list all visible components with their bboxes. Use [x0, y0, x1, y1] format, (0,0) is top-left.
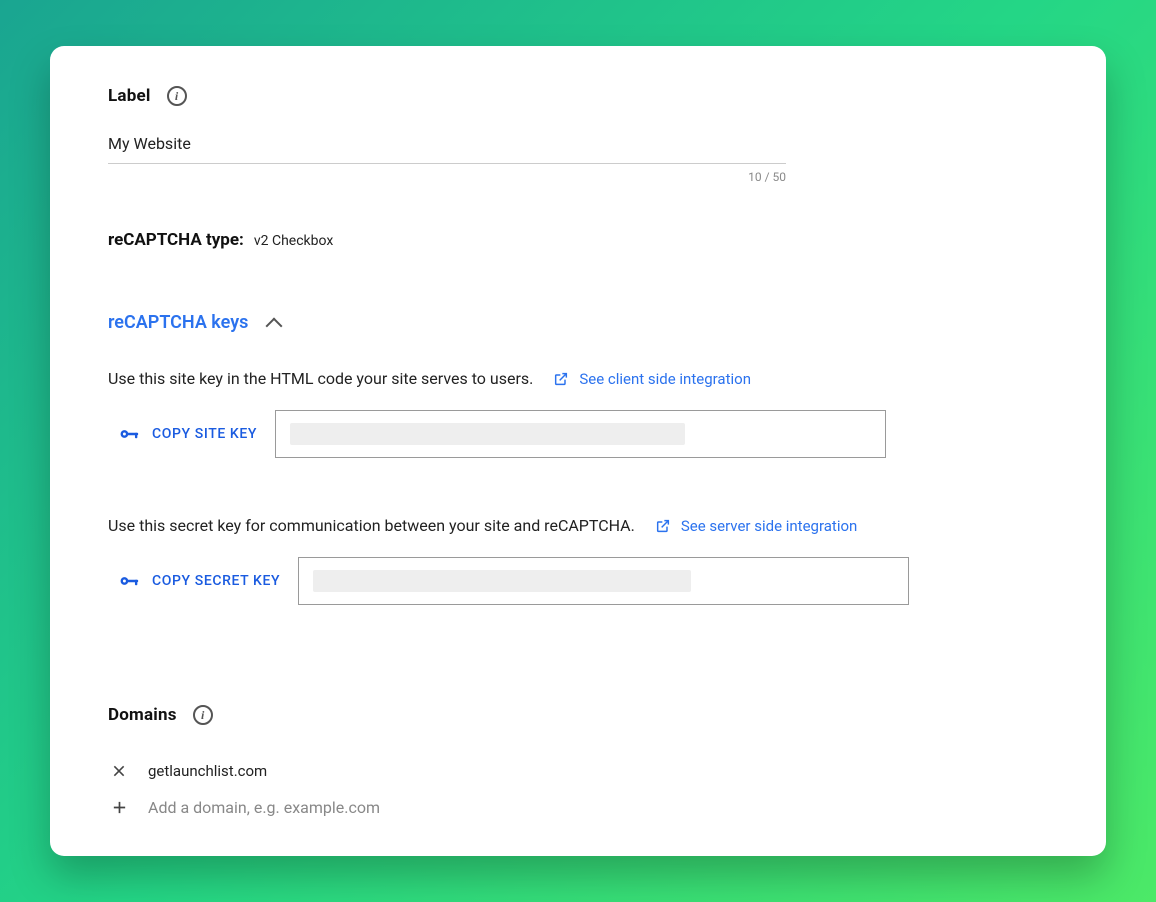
- site-key-desc-row: Use this site key in the HTML code your …: [108, 369, 1048, 388]
- copy-secret-key-label: COPY SECRET KEY: [152, 573, 280, 589]
- domain-text: getlaunchlist.com: [148, 762, 267, 780]
- server-integration-link-text: See server side integration: [681, 517, 857, 535]
- label-header: Label i: [108, 86, 1048, 106]
- plus-icon: [111, 799, 128, 816]
- add-domain-button[interactable]: [110, 799, 128, 817]
- site-key-value-redacted: [290, 423, 685, 445]
- open-in-new-icon: [553, 371, 569, 387]
- site-key-row: COPY SITE KEY: [108, 410, 1048, 458]
- copy-secret-key-button[interactable]: COPY SECRET KEY: [118, 570, 280, 592]
- recaptcha-type-label: reCAPTCHA type:: [108, 230, 244, 250]
- close-icon: [111, 763, 127, 779]
- client-integration-link-text: See client side integration: [579, 370, 751, 388]
- open-in-new-icon: [655, 518, 671, 534]
- site-key-desc: Use this site key in the HTML code your …: [108, 369, 533, 388]
- recaptcha-keys-toggle[interactable]: reCAPTCHA keys: [108, 312, 1048, 333]
- domain-list: getlaunchlist.com: [108, 753, 1048, 826]
- secret-key-desc: Use this secret key for communication be…: [108, 516, 635, 535]
- add-domain-row: [108, 789, 1048, 826]
- add-domain-input[interactable]: [148, 798, 548, 817]
- label-title: Label: [108, 86, 151, 106]
- recaptcha-keys-title: reCAPTCHA keys: [108, 312, 248, 333]
- client-integration-link[interactable]: See client side integration: [553, 370, 751, 388]
- copy-site-key-button[interactable]: COPY SITE KEY: [118, 423, 257, 445]
- domains-section: Domains i getlaunchlist.com: [108, 705, 1048, 826]
- info-icon[interactable]: i: [193, 705, 213, 725]
- domains-title: Domains: [108, 705, 177, 725]
- secret-key-row: COPY SECRET KEY: [108, 557, 1048, 605]
- settings-card: Label i 10 / 50 reCAPTCHA type: v2 Check…: [50, 46, 1106, 856]
- domains-header: Domains i: [108, 705, 1048, 725]
- label-input-wrap: 10 / 50: [108, 128, 786, 184]
- secret-key-value-redacted: [313, 570, 691, 592]
- label-input[interactable]: [108, 128, 786, 164]
- remove-domain-button[interactable]: [110, 762, 128, 780]
- label-char-count: 10 / 50: [108, 170, 786, 184]
- recaptcha-type-value: v2 Checkbox: [254, 233, 333, 249]
- server-integration-link[interactable]: See server side integration: [655, 517, 857, 535]
- info-icon[interactable]: i: [167, 86, 187, 106]
- copy-site-key-label: COPY SITE KEY: [152, 426, 257, 442]
- chevron-up-icon: [266, 317, 283, 334]
- site-key-box[interactable]: [275, 410, 886, 458]
- secret-key-box[interactable]: [298, 557, 909, 605]
- secret-key-desc-row: Use this secret key for communication be…: [108, 516, 1048, 535]
- recaptcha-type-row: reCAPTCHA type: v2 Checkbox: [108, 230, 1048, 250]
- key-icon: [118, 570, 140, 592]
- domain-row: getlaunchlist.com: [108, 753, 1048, 789]
- key-icon: [118, 423, 140, 445]
